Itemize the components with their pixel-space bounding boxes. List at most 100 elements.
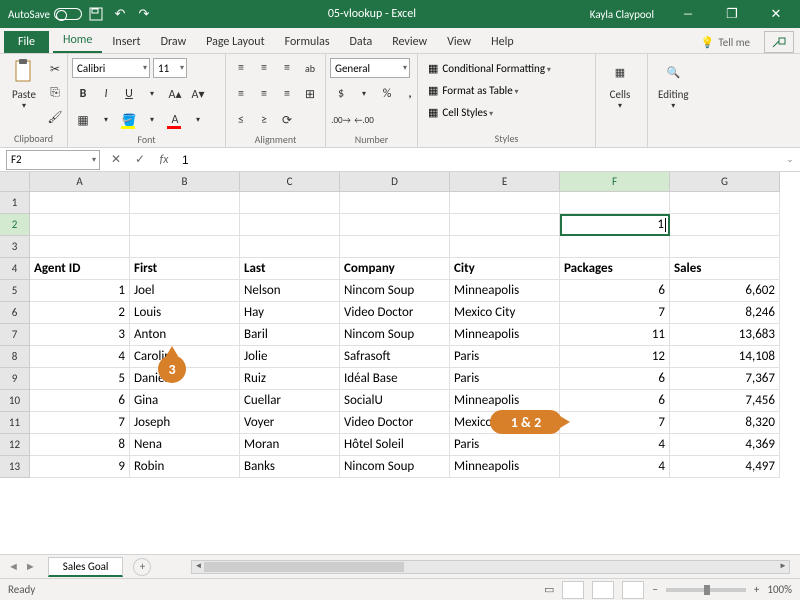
cell-C10[interactable]: Cuellar	[240, 390, 340, 412]
font-size-select[interactable]: 11	[153, 58, 187, 78]
cell-D4[interactable]: Company	[340, 258, 450, 280]
cell-D10[interactable]: SocialU	[340, 390, 450, 412]
conditional-formatting-button[interactable]: ▦ Conditional Formatting	[428, 58, 551, 78]
sheet-nav-next-icon[interactable]: ►	[25, 560, 36, 573]
normal-view-button[interactable]	[562, 581, 584, 599]
cell-C3[interactable]	[240, 236, 340, 258]
cell-A1[interactable]	[30, 192, 130, 214]
cell-G8[interactable]: 14,108	[670, 346, 780, 368]
col-header-C[interactable]: C	[240, 172, 340, 192]
number-format-select[interactable]: General	[330, 58, 410, 78]
cell-F6[interactable]: 7	[560, 302, 670, 324]
cell-E13[interactable]: Minneapolis	[450, 456, 560, 478]
row-header-3[interactable]: 3	[0, 236, 30, 258]
cell-G6[interactable]: 8,246	[670, 302, 780, 324]
hscroll-left-icon[interactable]: ◄	[192, 561, 204, 573]
col-header-F[interactable]: F	[560, 172, 670, 192]
cells-area[interactable]: 1Agent IDFirstLastCompanyCityPackagesSal…	[30, 192, 800, 478]
cell-F5[interactable]: 6	[560, 280, 670, 302]
tell-me[interactable]: 💡 Tell me	[693, 32, 758, 53]
tab-formulas[interactable]: Formulas	[275, 31, 340, 53]
col-header-A[interactable]: A	[30, 172, 130, 192]
enter-entry-icon[interactable]: ✓	[128, 149, 152, 171]
align-right-button[interactable]: ≡	[276, 83, 298, 105]
tab-view[interactable]: View	[437, 31, 481, 53]
cell-B5[interactable]: Joel	[130, 280, 240, 302]
row-header-7[interactable]: 7	[0, 324, 30, 346]
cell-C1[interactable]	[240, 192, 340, 214]
increase-indent-button[interactable]: ≥	[253, 109, 275, 131]
row-header-9[interactable]: 9	[0, 368, 30, 390]
cell-D12[interactable]: Hôtel Soleil	[340, 434, 450, 456]
cell-F2[interactable]: 1	[560, 214, 670, 236]
cell-E5[interactable]: Minneapolis	[450, 280, 560, 302]
row-header-11[interactable]: 11	[0, 412, 30, 434]
cell-G13[interactable]: 4,497	[670, 456, 780, 478]
formula-input[interactable]	[176, 150, 780, 170]
tab-file[interactable]: File	[4, 31, 49, 53]
cell-D1[interactable]	[340, 192, 450, 214]
row-header-12[interactable]: 12	[0, 434, 30, 456]
restore-button[interactable]: ❐	[712, 0, 752, 28]
hscroll-thumb[interactable]	[204, 562, 404, 572]
name-box[interactable]: F2	[6, 150, 100, 170]
cell-G12[interactable]: 4,369	[670, 434, 780, 456]
cell-F9[interactable]: 6	[560, 368, 670, 390]
cell-B12[interactable]: Nena	[130, 434, 240, 456]
format-as-table-button[interactable]: ▦ Format as Table	[428, 80, 551, 100]
fill-drop[interactable]: ▾	[141, 109, 163, 131]
cell-F1[interactable]	[560, 192, 670, 214]
add-sheet-button[interactable]: +	[133, 558, 151, 576]
page-layout-view-button[interactable]	[592, 581, 614, 599]
cell-D5[interactable]: Nincom Soup	[340, 280, 450, 302]
percent-button[interactable]: %	[376, 83, 398, 105]
autosave-toggle[interactable]	[54, 8, 82, 20]
shrink-font-button[interactable]: A▾	[187, 83, 209, 105]
italic-button[interactable]: I	[95, 83, 117, 105]
cell-B1[interactable]	[130, 192, 240, 214]
cell-A6[interactable]: 2	[30, 302, 130, 324]
format-painter-icon[interactable]: 🖌	[44, 106, 66, 128]
cell-D8[interactable]: Safrasoft	[340, 346, 450, 368]
cell-E8[interactable]: Paris	[450, 346, 560, 368]
cell-A13[interactable]: 9	[30, 456, 130, 478]
worksheet-grid[interactable]: A B C D E F G 1 2 3 4 5 6 7 8 9 10 11 12…	[0, 172, 800, 554]
row-header-10[interactable]: 10	[0, 390, 30, 412]
zoom-out-button[interactable]: −	[652, 583, 657, 596]
row-header-1[interactable]: 1	[0, 192, 30, 214]
cell-E12[interactable]: Paris	[450, 434, 560, 456]
tab-data[interactable]: Data	[340, 31, 383, 53]
cell-F3[interactable]	[560, 236, 670, 258]
row-header-6[interactable]: 6	[0, 302, 30, 324]
tab-draw[interactable]: Draw	[151, 31, 197, 53]
col-header-B[interactable]: B	[130, 172, 240, 192]
cell-B7[interactable]: Anton	[130, 324, 240, 346]
sheet-nav-prev-icon[interactable]: ◄	[8, 560, 19, 573]
page-break-view-button[interactable]	[622, 581, 644, 599]
cell-C11[interactable]: Voyer	[240, 412, 340, 434]
hscroll-right-icon[interactable]: ►	[777, 561, 789, 573]
cells-button[interactable]: ▦ Cells ▾	[600, 56, 640, 113]
cell-G4[interactable]: Sales	[670, 258, 780, 280]
cell-E10[interactable]: Minneapolis	[450, 390, 560, 412]
cell-G1[interactable]	[670, 192, 780, 214]
borders-button[interactable]: ▦	[72, 109, 94, 131]
font-color-drop[interactable]: ▾	[187, 109, 209, 131]
minimize-button[interactable]: ―	[668, 0, 708, 28]
cell-B6[interactable]: Louis	[130, 302, 240, 324]
underline-drop[interactable]: ▾	[141, 83, 163, 105]
bold-button[interactable]: B	[72, 83, 94, 105]
cell-B3[interactable]	[130, 236, 240, 258]
cell-B2[interactable]	[130, 214, 240, 236]
cell-B4[interactable]: First	[130, 258, 240, 280]
tab-help[interactable]: Help	[481, 31, 524, 53]
tab-review[interactable]: Review	[382, 31, 437, 53]
decrease-decimal-button[interactable]: ←.00	[353, 109, 375, 131]
cell-C6[interactable]: Hay	[240, 302, 340, 324]
autosave[interactable]: AutoSave	[8, 8, 82, 21]
cell-F8[interactable]: 12	[560, 346, 670, 368]
cell-E3[interactable]	[450, 236, 560, 258]
cell-A9[interactable]: 5	[30, 368, 130, 390]
cell-F12[interactable]: 4	[560, 434, 670, 456]
font-color-button[interactable]: A	[164, 109, 186, 131]
